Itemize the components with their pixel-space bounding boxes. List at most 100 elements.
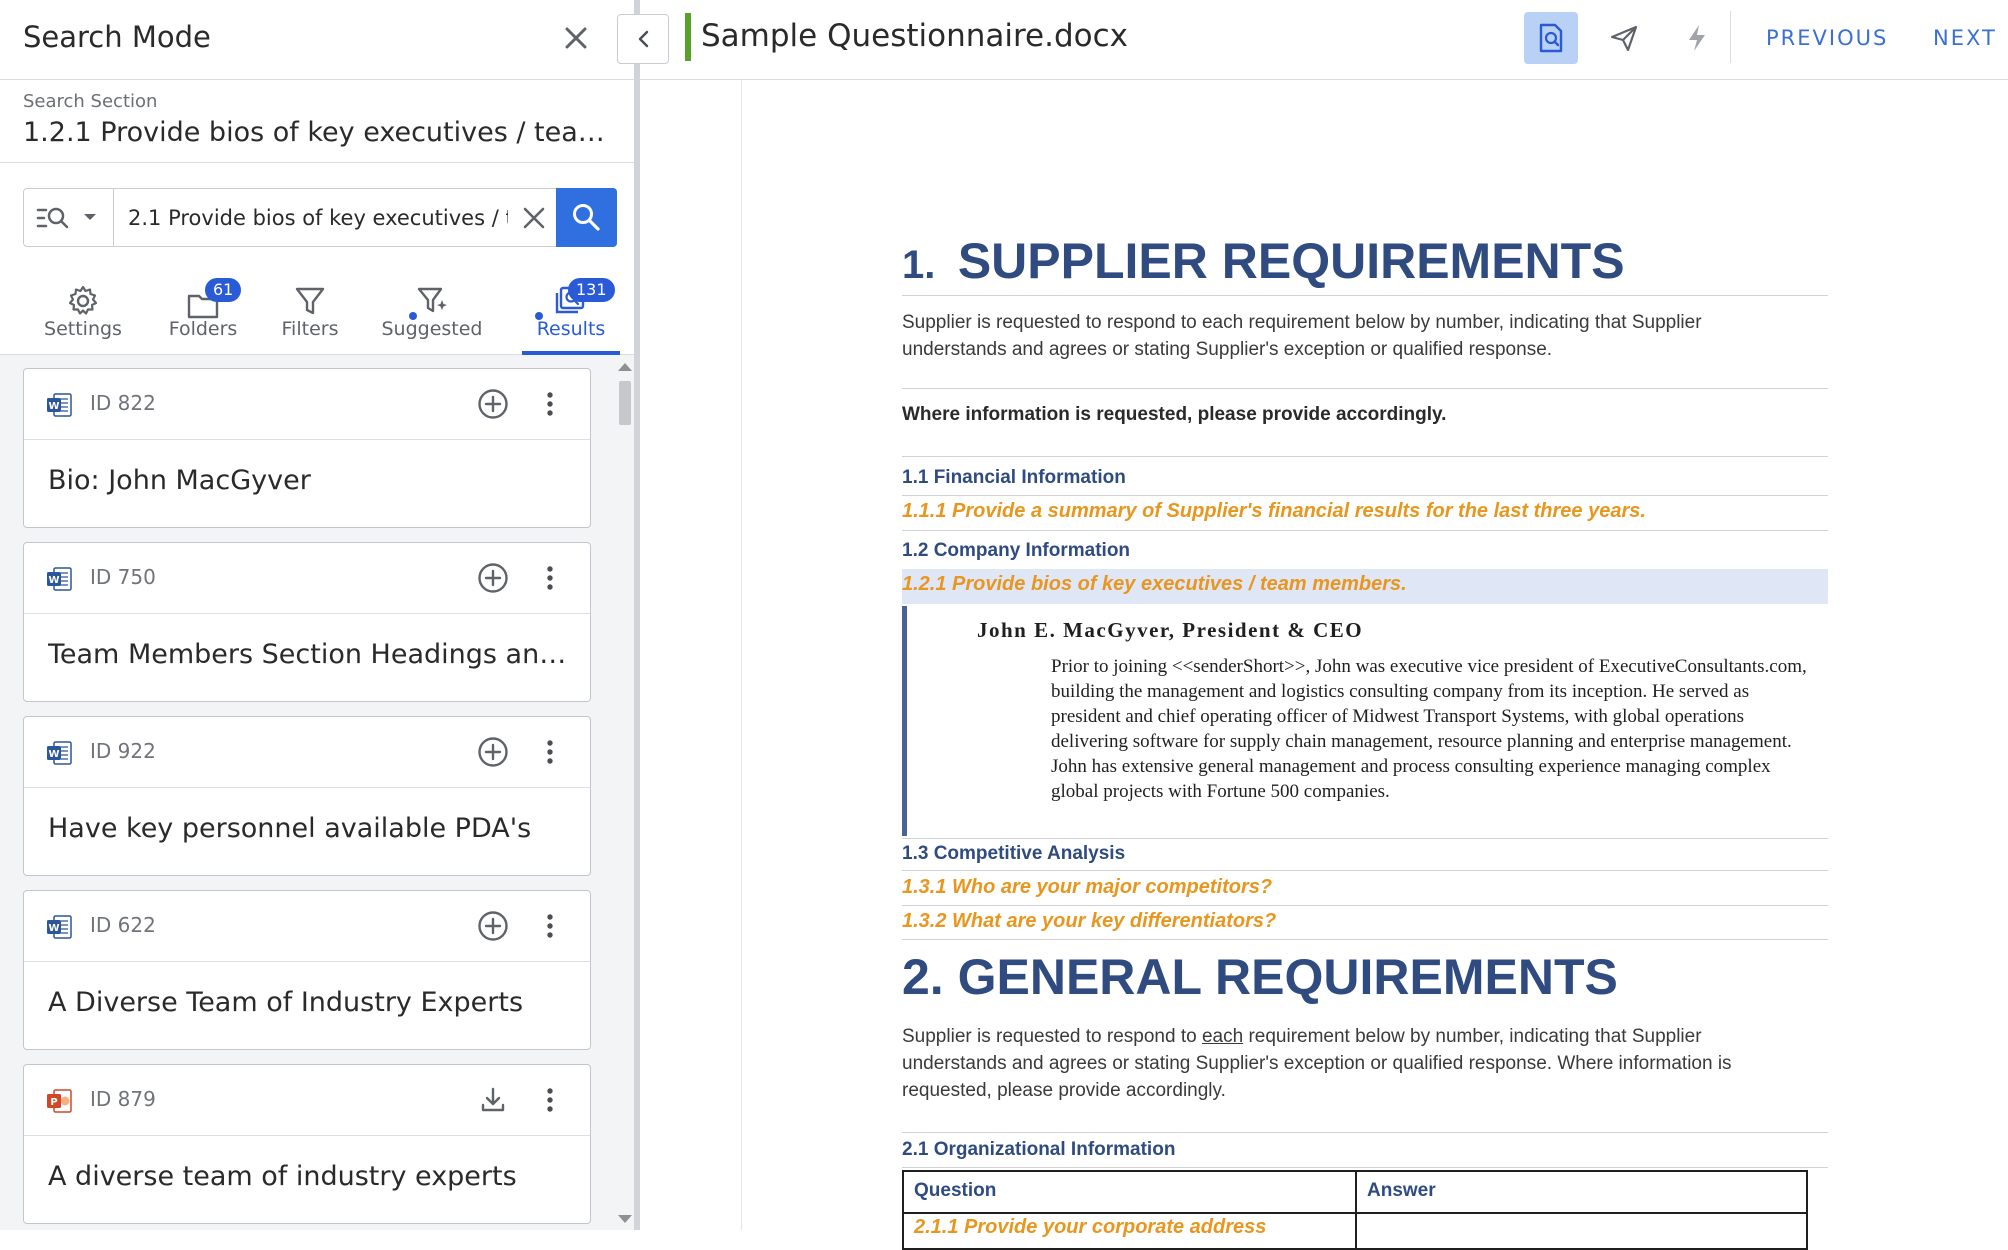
result-card-header: W ID 822 [24, 369, 590, 440]
word-file-icon: W [47, 567, 72, 591]
tab-settings[interactable]: Settings [33, 272, 133, 354]
gear-icon [68, 285, 98, 315]
bio-text: Prior to joining <<senderShort>>, John w… [1051, 656, 1807, 802]
result-card-header: W ID 750 [24, 543, 590, 614]
tab-label: Settings [44, 318, 122, 340]
result-card[interactable]: W ID 622 A Diverse Team of Industry Expe… [23, 890, 591, 1050]
divider [902, 939, 1828, 940]
folders-count-badge: 61 [205, 278, 242, 302]
divider [902, 1132, 1828, 1133]
document-page: 1. SUPPLIER REQUIREMENTS Supplier is req… [902, 80, 1828, 1250]
more-vertical-icon[interactable] [538, 1083, 562, 1117]
divider [902, 456, 1828, 457]
section-2-heading: 2. GENERAL REQUIREMENTS [902, 948, 1618, 1006]
scroll-thumb[interactable] [619, 381, 631, 425]
question[interactable]: 1.1.1 Provide a summary of Supplier's fi… [902, 500, 1646, 523]
clear-search-icon[interactable] [518, 202, 550, 234]
document-viewer[interactable]: 1. SUPPLIER REQUIREMENTS Supplier is req… [646, 80, 2008, 1250]
divider [902, 1167, 1828, 1168]
next-button[interactable]: NEXT [1933, 26, 1997, 50]
panel-tabs: Settings 61 Folders Filters Suggested 13… [0, 272, 634, 355]
section-title: 2. GENERAL REQUIREMENTS [902, 949, 1618, 1005]
subsection-heading: 2.1 Organizational Information [902, 1139, 1176, 1160]
scroll-down-arrow[interactable] [618, 1215, 632, 1223]
result-title: A diverse team of industry experts [48, 1161, 517, 1192]
result-title: Team Members Section Headings and Descri… [48, 639, 568, 670]
search-mode-dropdown[interactable] [24, 189, 114, 246]
document-search-button[interactable] [1524, 12, 1578, 64]
add-circle-icon[interactable] [476, 561, 510, 595]
paragraph: Supplier is requested to respond to each… [902, 312, 1702, 360]
result-id: ID 922 [90, 739, 156, 763]
suggested-filter-icon [417, 287, 447, 313]
tab-filters[interactable]: Filters [270, 272, 350, 354]
paragraph-text-underlined: each [1201, 1026, 1244, 1047]
more-vertical-icon[interactable] [538, 909, 562, 943]
tab-results[interactable]: 131 Results [522, 272, 620, 355]
table-header: Answer [1367, 1180, 1436, 1201]
results-list[interactable]: W ID 822 Bio: John MacGyver W ID 750 Tea… [0, 355, 634, 1230]
search-box [23, 188, 617, 247]
close-icon[interactable] [558, 20, 594, 56]
results-count-badge: 131 [568, 278, 615, 302]
subsection-heading: 1.2 Company Information [902, 540, 1131, 561]
section-1-heading: 1. SUPPLIER REQUIREMENTS [902, 232, 1625, 290]
send-button[interactable] [1597, 12, 1651, 64]
scroll-up-arrow[interactable] [618, 363, 632, 371]
more-vertical-icon[interactable] [538, 561, 562, 595]
tab-folders[interactable]: 61 Folders [155, 272, 251, 354]
search-button[interactable] [556, 188, 617, 247]
tab-label: Filters [281, 318, 339, 340]
subsection-heading: 1.3 Competitive Analysis [902, 843, 1126, 864]
powerpoint-file-icon: P [47, 1089, 72, 1113]
document-search-icon [1539, 23, 1563, 53]
result-id: ID 622 [90, 913, 156, 937]
question-active[interactable]: 1.2.1 Provide bios of key executives / t… [902, 573, 1407, 596]
quick-action-button[interactable] [1670, 12, 1724, 64]
results-scrollbar[interactable] [614, 355, 634, 1230]
section-title: SUPPLIER REQUIREMENTS [957, 233, 1625, 289]
add-circle-icon[interactable] [476, 735, 510, 769]
result-title: Have key personnel available PDA's [48, 813, 532, 844]
result-card[interactable]: W ID 750 Team Members Section Headings a… [23, 542, 591, 702]
add-circle-icon[interactable] [476, 387, 510, 421]
divider [902, 870, 1828, 871]
result-title: Bio: John MacGyver [48, 465, 311, 496]
result-card[interactable]: W ID 822 Bio: John MacGyver [23, 368, 591, 528]
question[interactable]: 1.3.1 Who are your major competitors? [902, 876, 1272, 899]
search-list-icon [36, 207, 69, 229]
result-card-header: W ID 622 [24, 891, 590, 962]
previous-button[interactable]: PREVIOUS [1766, 26, 1888, 50]
answer-content[interactable]: John E. MacGyver, President & CEO Prior … [902, 606, 1828, 836]
tab-suggested[interactable]: Suggested [378, 272, 486, 354]
document-toolbar: Sample Questionnaire.docx PREVIOUS NEXT [640, 0, 2008, 80]
download-icon[interactable] [476, 1083, 510, 1117]
question[interactable]: 1.3.2 What are your key differentiators? [902, 910, 1276, 933]
search-input[interactable] [128, 189, 508, 246]
more-vertical-icon[interactable] [538, 387, 562, 421]
svg-text:W: W [48, 749, 59, 760]
result-card[interactable]: P ID 879 A diverse team of industry expe… [23, 1064, 591, 1224]
send-icon [1610, 25, 1638, 52]
svg-text:P: P [50, 1097, 57, 1108]
word-file-icon: W [47, 915, 72, 939]
question[interactable]: 2.1.1 Provide your corporate address [914, 1216, 1266, 1239]
add-circle-icon[interactable] [476, 909, 510, 943]
paragraph: Supplier is requested to respond to each… [902, 1023, 1802, 1104]
divider [0, 162, 634, 163]
word-file-icon: W [47, 741, 72, 765]
table-row-border [904, 1212, 1806, 1214]
search-icon [573, 204, 600, 231]
subsection-heading: 1.1 Financial Information [902, 467, 1126, 488]
question-answer-table: Question Answer 2.1.1 Provide your corpo… [902, 1170, 1808, 1250]
lightning-icon [1689, 25, 1705, 51]
divider [902, 838, 1828, 839]
result-card[interactable]: W ID 922 Have key personnel available PD… [23, 716, 591, 876]
result-id: ID 750 [90, 565, 156, 589]
divider [902, 295, 1828, 296]
section-number: 1. [902, 243, 936, 287]
more-vertical-icon[interactable] [538, 735, 562, 769]
search-section-title: 1.2.1 Provide bios of key executives / t… [23, 117, 613, 148]
tab-label: Folders [168, 318, 238, 340]
tab-label: Results [536, 318, 606, 340]
